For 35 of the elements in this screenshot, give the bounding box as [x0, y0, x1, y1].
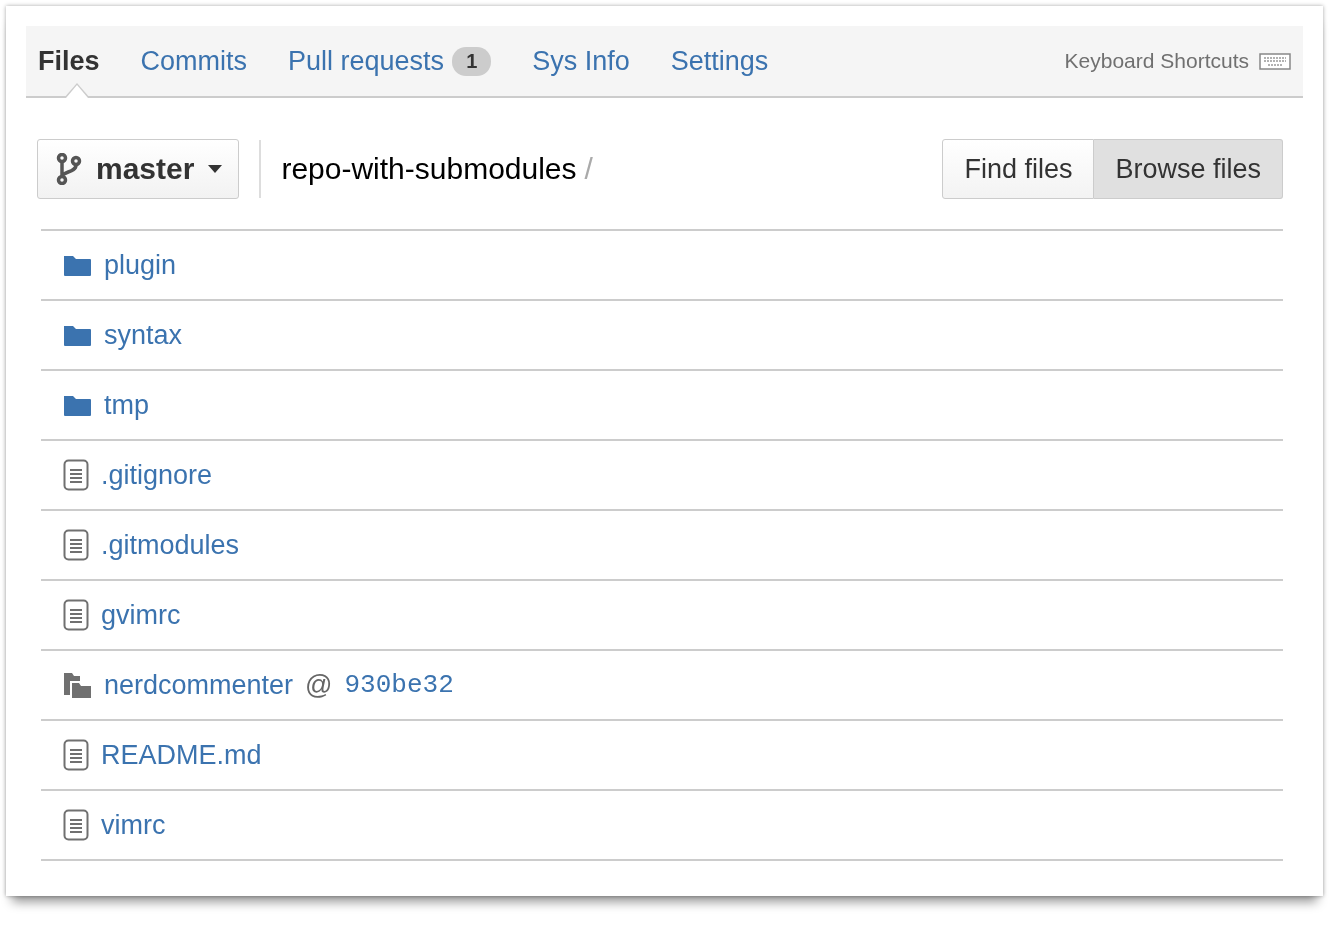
nav-tab[interactable]: Commits — [140, 26, 248, 96]
nav-tab[interactable]: Sys Info — [532, 26, 630, 96]
branch-icon — [56, 153, 82, 185]
file-link[interactable]: .gitmodules — [101, 529, 240, 561]
file-link[interactable]: tmp — [104, 389, 149, 421]
view-toggle-button[interactable]: Find files — [942, 139, 1095, 199]
file-link[interactable]: syntax — [104, 319, 183, 351]
keyboard-icon — [1259, 52, 1291, 70]
file-icon — [63, 459, 89, 491]
file-link[interactable]: gvimrc — [101, 599, 181, 631]
keyboard-shortcuts-link[interactable]: Keyboard Shortcuts — [1064, 49, 1291, 73]
nav-tab[interactable]: Settings — [670, 26, 769, 96]
nav-tab[interactable]: Pull requests 1 — [288, 26, 492, 96]
file-link[interactable]: .gitignore — [101, 459, 213, 491]
file-icon — [63, 739, 89, 771]
repo-name: repo-with-submodules — [281, 152, 577, 186]
folder-icon — [63, 323, 92, 347]
file-link[interactable]: plugin — [104, 249, 177, 281]
branch-dropdown[interactable]: master — [37, 139, 240, 199]
caret-icon — [208, 165, 223, 173]
at-sign: @ — [305, 669, 333, 701]
count-badge: 1 — [452, 46, 492, 76]
folder-icon — [63, 253, 92, 277]
folder-icon — [63, 393, 92, 417]
view-toggle-button[interactable]: Browse files — [1094, 139, 1283, 199]
file-icon — [63, 809, 89, 841]
nav-tab[interactable]: Files — [38, 26, 100, 96]
file-link[interactable]: vimrc — [101, 809, 166, 841]
file-link[interactable]: README.md — [101, 739, 262, 771]
file-link[interactable]: nerdcommenter — [104, 669, 294, 701]
commit-hash-link[interactable]: 930be32 — [344, 670, 454, 700]
file-icon — [63, 599, 89, 631]
file-icon — [63, 529, 89, 561]
submodule-folder-icon — [63, 671, 92, 699]
path-separator: / — [584, 152, 593, 186]
